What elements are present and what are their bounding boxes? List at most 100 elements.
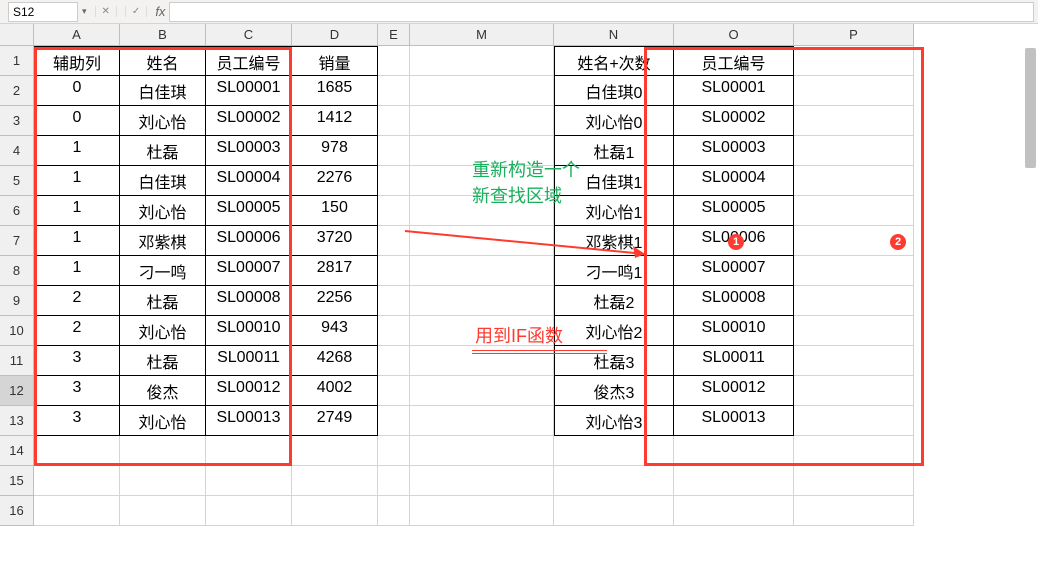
cell-O11[interactable]: SL00011 [674, 346, 794, 376]
row-header-13[interactable]: 13 [0, 406, 34, 436]
row-header-2[interactable]: 2 [0, 76, 34, 106]
row-header-8[interactable]: 8 [0, 256, 34, 286]
cell-E1[interactable] [378, 46, 410, 76]
cell-E13[interactable] [378, 406, 410, 436]
cell-O8[interactable]: SL00007 [674, 256, 794, 286]
cell-P11[interactable] [794, 346, 914, 376]
cell-A7[interactable]: 1 [34, 226, 120, 256]
cell-N5[interactable]: 白佳琪1 [554, 166, 674, 196]
cell-A14[interactable] [34, 436, 120, 466]
cell-M12[interactable] [410, 376, 554, 406]
cell-C7[interactable]: SL00006 [206, 226, 292, 256]
cell-A3[interactable]: 0 [34, 106, 120, 136]
cell-A10[interactable]: 2 [34, 316, 120, 346]
col-header-N[interactable]: N [554, 24, 674, 46]
cell-A15[interactable] [34, 466, 120, 496]
vertical-scrollbar-thumb[interactable] [1025, 48, 1036, 168]
row-header-6[interactable]: 6 [0, 196, 34, 226]
cell-D4[interactable]: 978 [292, 136, 378, 166]
cell-N8[interactable]: 刁一鸣1 [554, 256, 674, 286]
cell-N1[interactable]: 姓名+次数 [554, 46, 674, 76]
cell-N11[interactable]: 杜磊3 [554, 346, 674, 376]
cell-O4[interactable]: SL00003 [674, 136, 794, 166]
row-header-9[interactable]: 9 [0, 286, 34, 316]
cell-B9[interactable]: 杜磊 [120, 286, 206, 316]
cell-M10[interactable] [410, 316, 554, 346]
cell-O6[interactable]: SL00005 [674, 196, 794, 226]
col-header-D[interactable]: D [292, 24, 378, 46]
cell-C1[interactable]: 员工编号 [206, 46, 292, 76]
confirm-formula-icon[interactable]: ✓ [125, 6, 147, 17]
cell-E3[interactable] [378, 106, 410, 136]
cell-A11[interactable]: 3 [34, 346, 120, 376]
cell-D5[interactable]: 2276 [292, 166, 378, 196]
cancel-formula-icon[interactable]: ✕ [95, 6, 117, 17]
cell-M6[interactable] [410, 196, 554, 226]
cell-P4[interactable] [794, 136, 914, 166]
cell-D8[interactable]: 2817 [292, 256, 378, 286]
cell-A5[interactable]: 1 [34, 166, 120, 196]
col-header-M[interactable]: M [410, 24, 554, 46]
cell-A4[interactable]: 1 [34, 136, 120, 166]
cell-B14[interactable] [120, 436, 206, 466]
cell-M11[interactable] [410, 346, 554, 376]
cell-C4[interactable]: SL00003 [206, 136, 292, 166]
cell-M7[interactable] [410, 226, 554, 256]
cell-D12[interactable]: 4002 [292, 376, 378, 406]
cell-P5[interactable] [794, 166, 914, 196]
cell-A12[interactable]: 3 [34, 376, 120, 406]
cell-B13[interactable]: 刘心怡 [120, 406, 206, 436]
cell-M15[interactable] [410, 466, 554, 496]
cell-O13[interactable]: SL00013 [674, 406, 794, 436]
cell-C8[interactable]: SL00007 [206, 256, 292, 286]
cell-B16[interactable] [120, 496, 206, 526]
row-header-1[interactable]: 1 [0, 46, 34, 76]
cell-N14[interactable] [554, 436, 674, 466]
cell-C11[interactable]: SL00011 [206, 346, 292, 376]
cell-E6[interactable] [378, 196, 410, 226]
cell-D16[interactable] [292, 496, 378, 526]
cell-B10[interactable]: 刘心怡 [120, 316, 206, 346]
cell-C13[interactable]: SL00013 [206, 406, 292, 436]
cell-N6[interactable]: 刘心怡1 [554, 196, 674, 226]
row-header-4[interactable]: 4 [0, 136, 34, 166]
cell-O14[interactable] [674, 436, 794, 466]
cell-N13[interactable]: 刘心怡3 [554, 406, 674, 436]
cell-O3[interactable]: SL00002 [674, 106, 794, 136]
name-box[interactable] [8, 2, 78, 22]
row-header-15[interactable]: 15 [0, 466, 34, 496]
cell-P2[interactable] [794, 76, 914, 106]
cell-B15[interactable] [120, 466, 206, 496]
cell-C5[interactable]: SL00004 [206, 166, 292, 196]
cell-M1[interactable] [410, 46, 554, 76]
cell-B4[interactable]: 杜磊 [120, 136, 206, 166]
cell-D10[interactable]: 943 [292, 316, 378, 346]
cell-N15[interactable] [554, 466, 674, 496]
cell-O1[interactable]: 员工编号 [674, 46, 794, 76]
cell-P10[interactable] [794, 316, 914, 346]
cell-D15[interactable] [292, 466, 378, 496]
row-header-12[interactable]: 12 [0, 376, 34, 406]
cell-M9[interactable] [410, 286, 554, 316]
cell-A2[interactable]: 0 [34, 76, 120, 106]
cell-N4[interactable]: 杜磊1 [554, 136, 674, 166]
cell-N10[interactable]: 刘心怡2 [554, 316, 674, 346]
row-header-5[interactable]: 5 [0, 166, 34, 196]
cell-A6[interactable]: 1 [34, 196, 120, 226]
cell-E9[interactable] [378, 286, 410, 316]
name-box-dropdown-icon[interactable]: ▾ [78, 6, 91, 17]
cell-B11[interactable]: 杜磊 [120, 346, 206, 376]
cell-E14[interactable] [378, 436, 410, 466]
cell-N9[interactable]: 杜磊2 [554, 286, 674, 316]
cell-C10[interactable]: SL00010 [206, 316, 292, 346]
cell-M8[interactable] [410, 256, 554, 286]
cell-B5[interactable]: 白佳琪 [120, 166, 206, 196]
cell-M3[interactable] [410, 106, 554, 136]
col-header-C[interactable]: C [206, 24, 292, 46]
cell-E4[interactable] [378, 136, 410, 166]
cell-A13[interactable]: 3 [34, 406, 120, 436]
cell-P9[interactable] [794, 286, 914, 316]
cell-P8[interactable] [794, 256, 914, 286]
cell-E12[interactable] [378, 376, 410, 406]
cell-E11[interactable] [378, 346, 410, 376]
